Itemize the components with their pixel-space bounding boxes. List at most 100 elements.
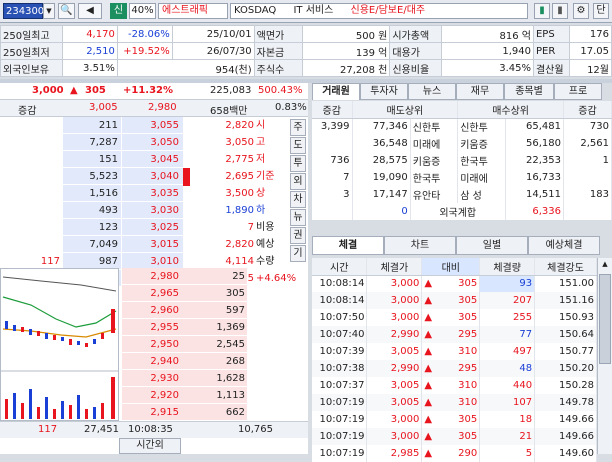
buy-price[interactable]: 2,915 (121, 404, 183, 421)
window-icon-1[interactable]: ▮ (534, 3, 550, 19)
window-icon-2[interactable]: ▮ (552, 3, 568, 19)
candle (85, 343, 88, 347)
scroll-up-icon[interactable]: ▲ (600, 260, 610, 272)
sell-price[interactable]: 3,040 (121, 168, 183, 185)
unit-button[interactable]: 단 (593, 3, 609, 19)
sell-price[interactable]: 3,015 (121, 236, 183, 253)
sell-price[interactable]: 3,055 (121, 117, 183, 134)
tick-row: 10:07:19 3,000 ▲ 305 18 149.66 (312, 411, 597, 428)
price-header: 2,980 (148, 102, 177, 113)
tick-volume: 207 (479, 292, 536, 309)
buy-price[interactable]: 2,950 (121, 336, 183, 353)
tick-tab-2[interactable]: 일별 (456, 236, 528, 255)
tick-strength: 149.78 (534, 394, 597, 411)
tick-time: 10:07:38 (312, 360, 368, 377)
tick-time: 10:08:14 (312, 292, 368, 309)
tick-col-header: 체결가 (366, 258, 423, 276)
buy-price[interactable]: 2,955 (121, 319, 183, 336)
foreign-buy-total: 6,336 (505, 203, 565, 220)
tick-tab-0[interactable]: 체결 (312, 236, 384, 255)
tick-change-value: 305 (458, 431, 478, 442)
info-label: 주식수 (253, 59, 303, 77)
quote-stat-label: 하 (256, 205, 266, 216)
speaker-icon[interactable]: ◀ (78, 3, 102, 19)
sell-price[interactable]: 3,050 (121, 134, 183, 151)
broker-cell: 키움증 (410, 152, 459, 169)
buy-volume: 1,113 (183, 387, 247, 404)
broker-row: 3,399 77,346 신한투 신한투 65,481 730 (312, 118, 612, 135)
broker-cell: 77,346 (352, 118, 411, 135)
sell-volume: 7,287 (63, 134, 121, 151)
sell-price[interactable]: 3,045 (121, 151, 183, 168)
tick-tab-1[interactable]: 차트 (384, 236, 456, 255)
buy-volume: 268 (183, 353, 247, 370)
candle (69, 339, 72, 345)
tick-tab-3[interactable]: 예상체결 (528, 236, 600, 255)
buy-price[interactable]: 2,920 (121, 387, 183, 404)
broker-cell: 736 (312, 152, 353, 169)
buy-price[interactable]: 2,940 (121, 353, 183, 370)
tick-change: ▲ 305 (421, 411, 481, 428)
broker-cell: 16,733 (505, 169, 565, 186)
info-value: 12월 (568, 59, 612, 77)
buy-volume: 597 (183, 302, 247, 319)
tick-price: 2,990 (366, 326, 423, 343)
tick-change: ▲ 310 (421, 377, 481, 394)
credit-label: 신용E/담보E/대주 (350, 5, 426, 16)
broker-col-header: 증감 (312, 101, 353, 119)
info-date: 25/10/01 (171, 25, 255, 43)
buy-price[interactable]: 2,960 (121, 302, 183, 319)
gear-icon[interactable]: ⚙ (573, 3, 589, 19)
tab-2[interactable]: 뉴스 (408, 83, 456, 100)
ma-line-2 (2, 296, 117, 328)
tab-3[interactable]: 재무 (456, 83, 504, 100)
tab-5[interactable]: 프로 (554, 83, 602, 100)
side-tab-button[interactable]: 뉴 (290, 209, 306, 226)
volume-bar (93, 407, 96, 419)
up-arrow-icon: ▲ (424, 397, 433, 408)
buy-price[interactable]: 2,930 (121, 370, 183, 387)
buy-price[interactable]: 2,980 (121, 268, 183, 285)
volume-bar (85, 409, 88, 419)
side-tab-button[interactable]: 투 (290, 155, 306, 172)
scroll-thumb[interactable] (599, 274, 611, 364)
sell-price[interactable]: 3,030 (121, 202, 183, 219)
search-icon[interactable]: 🔍 (58, 3, 75, 19)
side-tab-button[interactable]: 기 (290, 245, 306, 262)
side-tab-button[interactable]: 권 (290, 227, 306, 244)
tick-change: ▲ 305 (421, 275, 481, 292)
sell-price[interactable]: 3,035 (121, 185, 183, 202)
foreign-total-label: 외국계합 (410, 203, 506, 220)
volume-bar (29, 389, 32, 419)
code-dropdown-icon[interactable]: ▼ (43, 3, 55, 19)
quote-stat-label: +4.64% (256, 273, 297, 284)
sell-change (0, 185, 63, 202)
stock-info-grid: 250일최고 4,170 -28.06% 25/10/01 액면가 500 원 … (0, 25, 612, 77)
after-hours-button[interactable]: 시간외 (119, 438, 181, 454)
info-label: 250일최고 (0, 25, 63, 43)
tick-change-value: 295 (458, 329, 478, 340)
buy-price[interactable]: 2,965 (121, 285, 183, 302)
tick-price: 3,000 (366, 411, 423, 428)
sell-price[interactable]: 3,025 (121, 219, 183, 236)
broker-cell: 신한투 (457, 118, 506, 135)
side-tab-button[interactable]: 외 (290, 173, 306, 190)
tab-4[interactable]: 종목별 (504, 83, 554, 100)
info-value: 27,208 천 (301, 59, 391, 77)
candle (53, 335, 56, 340)
tab-1[interactable]: 투자자 (360, 83, 408, 100)
side-tab-button[interactable]: 차 (290, 191, 306, 208)
side-tab-button[interactable]: 주 (290, 119, 306, 136)
tick-scrollbar[interactable]: ▲ (597, 258, 612, 454)
current-price: 3,000 (32, 85, 64, 96)
tick-volume: 440 (479, 377, 536, 394)
side-tab-button[interactable]: 도 (290, 137, 306, 154)
tab-0[interactable]: 거래원 (312, 83, 360, 100)
sell-change (0, 168, 63, 185)
quote-stat-label: 기준 (256, 171, 275, 182)
tick-change-value: 310 (458, 380, 478, 391)
stock-code-input[interactable]: 234300 (3, 3, 44, 19)
credit-badge[interactable]: 신 (110, 3, 127, 19)
candle (77, 341, 80, 345)
tick-price: 3,005 (366, 394, 423, 411)
